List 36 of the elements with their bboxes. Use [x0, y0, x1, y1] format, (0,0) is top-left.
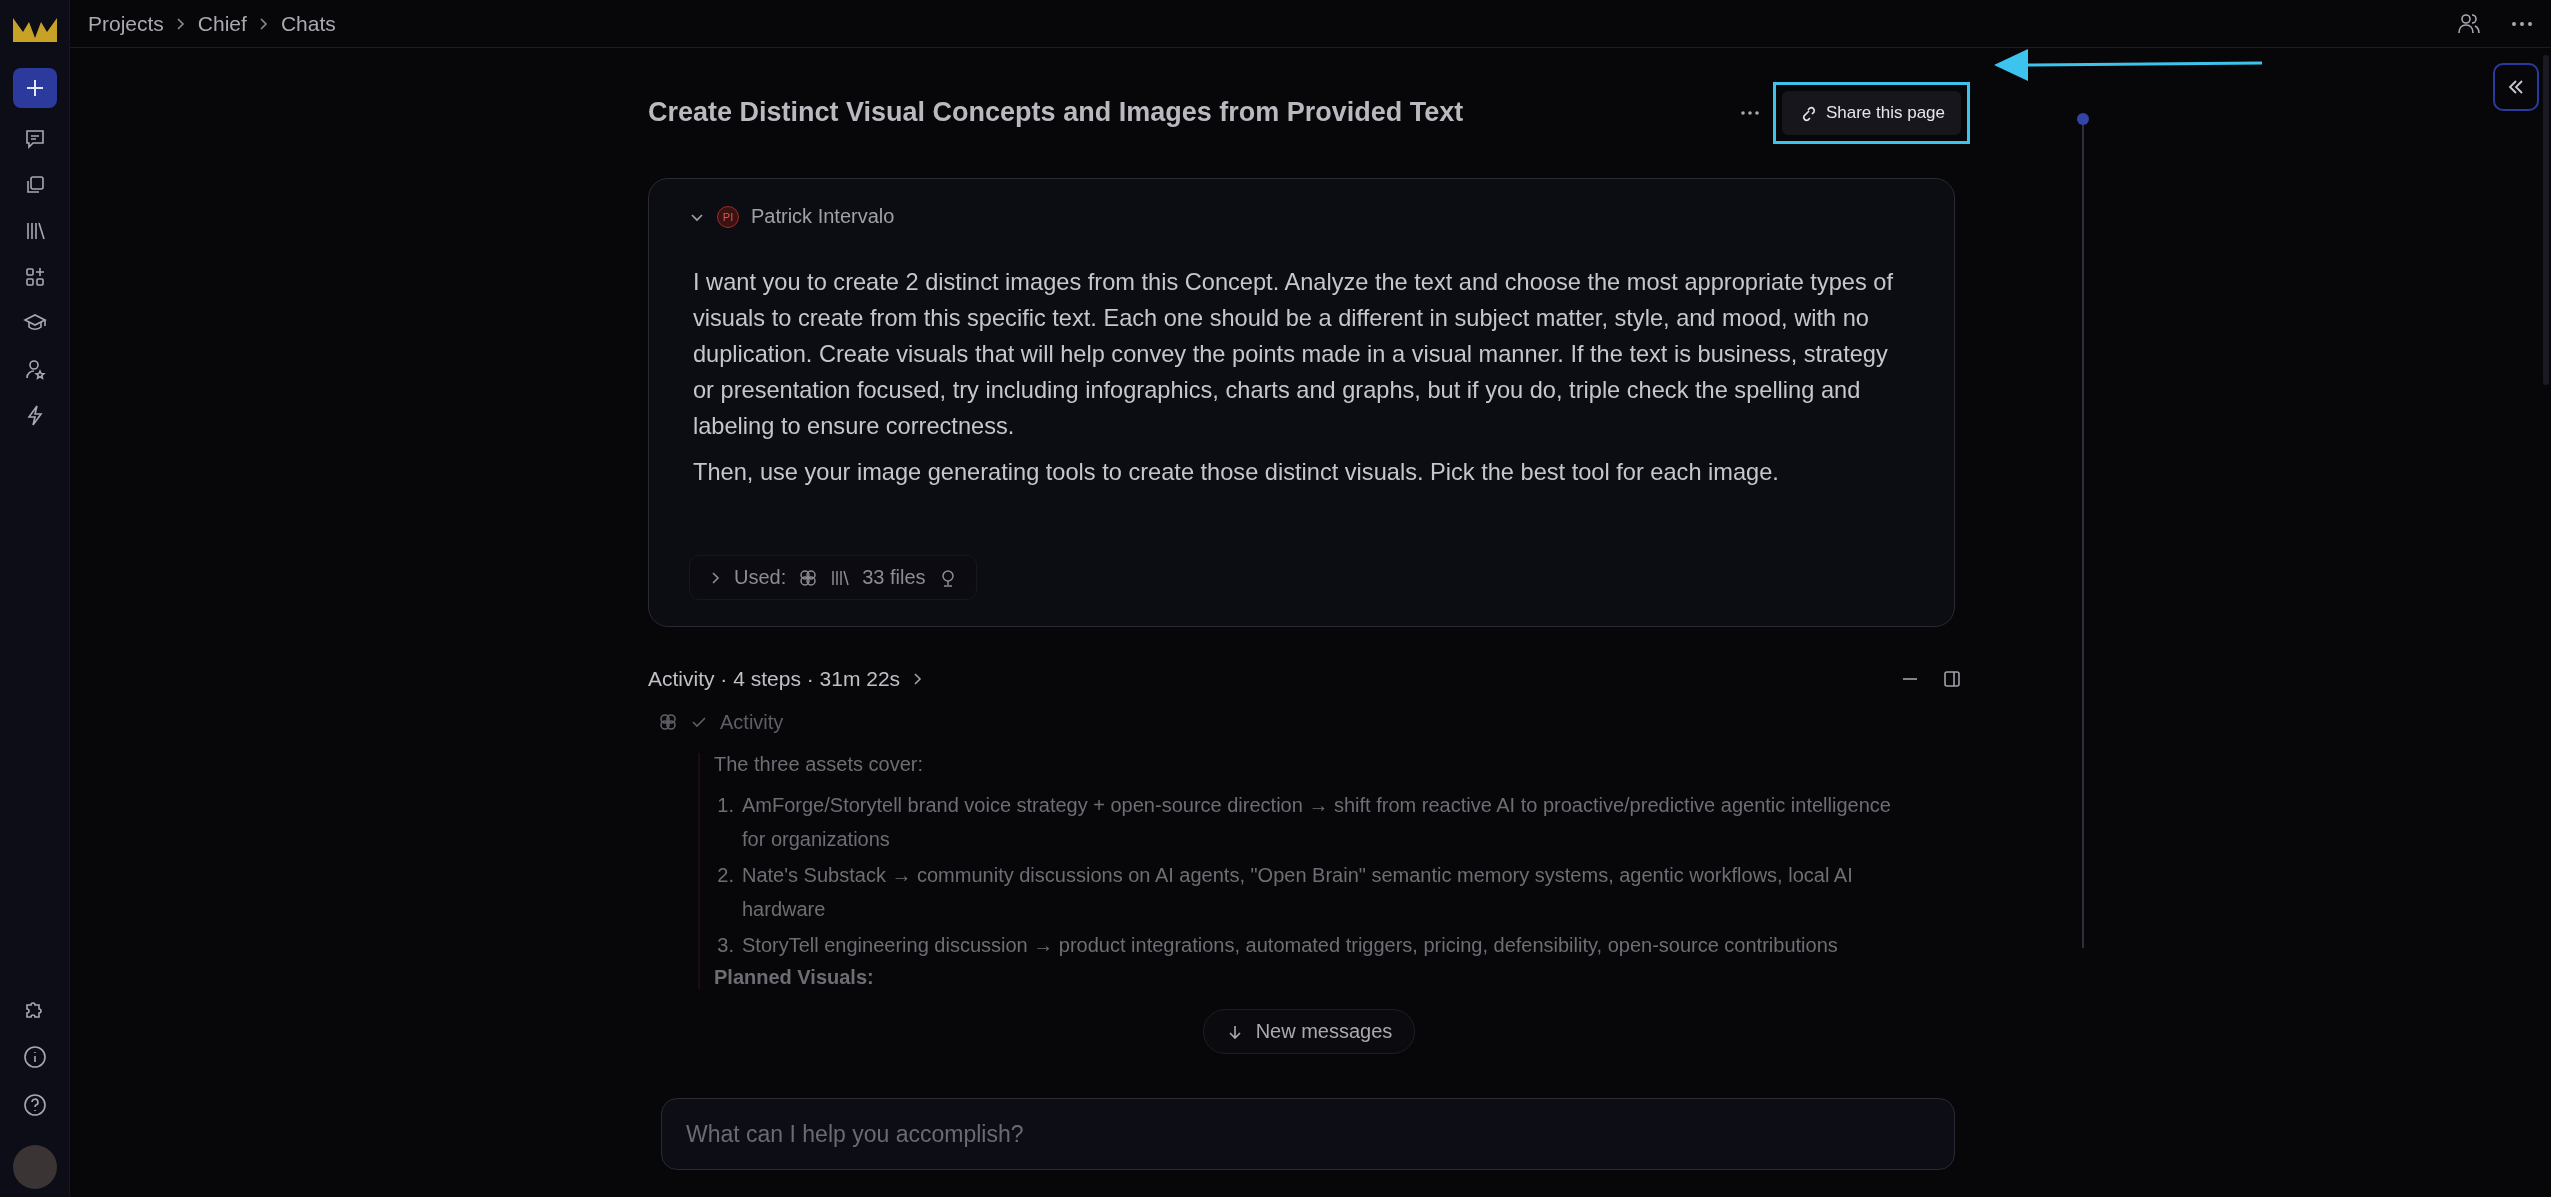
people-icon[interactable] [2457, 11, 2481, 36]
message-text: Then, use your image generating tools to create those distinct visuals. Pick the best tool for each image. [693, 458, 1780, 487]
breadcrumb-link[interactable]: Chats [280, 11, 336, 36]
used-sources-button[interactable]: Used: 33 files [689, 555, 977, 600]
share-button[interactable]: Share this page [1781, 90, 1961, 135]
more-icon[interactable] [1740, 109, 1759, 116]
list-number: 2. [716, 863, 734, 888]
brain-icon [798, 567, 819, 588]
new-chat-button[interactable] [12, 68, 57, 108]
avatar-initials: PI [717, 205, 739, 228]
list-number: 1. [716, 793, 734, 818]
scrollbar[interactable] [2543, 55, 2549, 385]
breadcrumb-link[interactable]: Chief [197, 11, 247, 36]
plus-icon [24, 78, 45, 98]
page-title: Create Distinct Visual Concepts and Images from Provided Text [648, 97, 1465, 128]
new-messages-button[interactable]: New messages [1202, 1009, 1416, 1054]
list-number: 3. [716, 933, 734, 958]
message-input-field[interactable]: What can I help you accomplish? [661, 1098, 1955, 1170]
list-item: StoryTell engineering discussion → product integrations, automated triggers, pricing, defensibility, open-source contributions [742, 933, 1838, 958]
author-name: Patrick Intervalo [751, 205, 895, 228]
help-icon[interactable] [22, 1093, 47, 1117]
list-item: Nate's Substack → community discussions on AI agents, "Open Brain" semantic memory systems, agentic workflows, local AI hardware [742, 863, 1854, 922]
apps-icon[interactable] [23, 266, 46, 288]
message-text: I want you to create 2 distinct images from this Concept. Analyze the text and choose the most appropriate types of visuals to create from this specific text. Each one should be a different in subject matter, style, and mood, with no duplication. Create visuals that will help convey the points made in a visual manner. If the text is business, strategy or presentation focused, try including infographics, charts and graphs, but if you do, triple check the spelling and labeling to ensure correctness. [693, 268, 1894, 441]
info-icon[interactable] [22, 1045, 47, 1069]
activity-summary[interactable]: Activity · 4 steps · 31m 22s [648, 667, 901, 691]
brain-icon [658, 712, 678, 732]
section-heading: Planned Visuals: [714, 966, 875, 989]
breadcrumb-link[interactable]: Projects [88, 11, 164, 36]
chat-icon[interactable] [23, 128, 46, 150]
user-star-icon[interactable] [23, 358, 46, 380]
collapse-panel-button[interactable] [2493, 63, 2539, 111]
activity-text: The three assets cover: [714, 753, 924, 776]
side-panel-icon[interactable] [1942, 669, 1962, 689]
list-item: AmForge/Storytell brand voice strategy + open-source direction → shift from reactive AI to proactive/predictive agentic intelligence for organizations [742, 793, 1892, 852]
more-icon[interactable] [2511, 19, 2533, 28]
